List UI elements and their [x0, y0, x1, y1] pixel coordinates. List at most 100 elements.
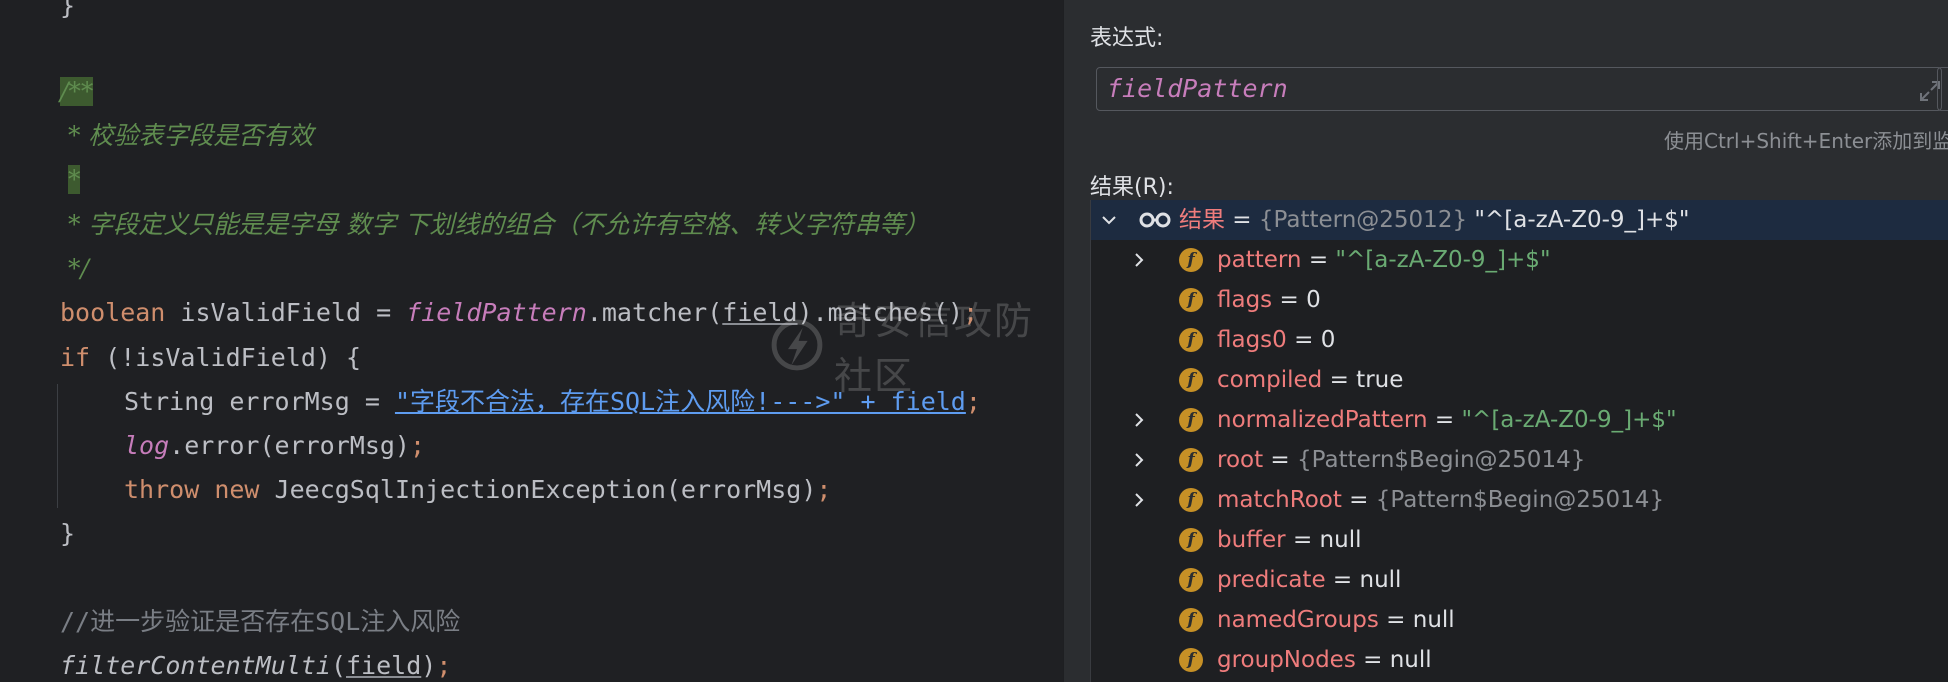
code-token: String errorMsg = [124, 387, 395, 416]
tree-row-compiled[interactable]: f compiled = true [1091, 360, 1948, 400]
code-token: */ [60, 254, 89, 283]
code-token: if [60, 343, 91, 372]
tree-row-groupnodes[interactable]: f groupNodes = null [1091, 640, 1948, 680]
tree-row-normalizedpattern[interactable]: f normalizedPattern = "^[a-zA-Z0-9_]+$" [1091, 400, 1948, 440]
chevron-right-icon[interactable] [1131, 452, 1147, 468]
code-line-comment-line[interactable]: //进一步验证是否存在SQL注入风险 [0, 600, 460, 644]
tree-row-buffer[interactable]: f buffer = null [1091, 520, 1948, 560]
field-value: "^[a-zA-Z0-9_]+$" [1335, 247, 1551, 273]
tree-row-predicate[interactable]: f predicate = null [1091, 560, 1948, 600]
field-icon: f [1179, 408, 1203, 432]
field-value: null [1389, 647, 1432, 673]
code-token: * 校验表字段是否有效 [60, 121, 314, 150]
field-name: buffer [1217, 527, 1286, 553]
field-name: normalizedPattern [1217, 407, 1428, 433]
code-token: boolean [60, 298, 166, 327]
field-icon: f [1179, 608, 1203, 632]
code-line-boolean-line[interactable]: boolean isValidField = fieldPattern.matc… [0, 291, 978, 335]
field-icon: f [1179, 488, 1203, 512]
code-token: ; [409, 431, 426, 460]
code-line-close-brace-top[interactable]: } [0, 0, 75, 28]
tree-row-text: normalizedPattern = "^[a-zA-Z0-9_]+$" [1217, 407, 1677, 433]
field-value: 0 [1320, 327, 1336, 353]
tree-row-text: groupNodes = null [1217, 647, 1432, 673]
tree-row-matchroot[interactable]: f matchRoot = {Pattern$Begin@25014} [1091, 480, 1948, 520]
field-icon: f [1179, 568, 1203, 592]
field-name: predicate [1217, 567, 1326, 593]
watch-glasses-icon [1139, 212, 1171, 228]
field-icon: f [1179, 368, 1203, 392]
code-token: JeecgSqlInjectionException(errorMsg) [259, 475, 817, 504]
tree-row-root[interactable]: f root = {Pattern$Begin@25014} [1091, 440, 1948, 480]
code-token: field [346, 651, 422, 680]
tree-row-pattern[interactable]: f pattern = "^[a-zA-Z0-9_]+$" [1091, 240, 1948, 280]
tree-row-result-root[interactable]: 结果 = {Pattern@25012} "^[a-zA-Z0-9_]+$" [1091, 200, 1948, 240]
field-name: compiled [1217, 367, 1323, 393]
expression-value: fieldPattern [1107, 74, 1288, 103]
code-token: ; [963, 298, 979, 327]
field-icon: f [1179, 448, 1203, 472]
field-value: "^[a-zA-Z0-9_]+$" [1461, 407, 1677, 433]
code-line-doc-line2[interactable]: * [0, 158, 81, 202]
code-token: ; [436, 651, 452, 680]
code-token: throw [124, 475, 200, 504]
code-token: log [124, 431, 170, 460]
chevron-down-icon[interactable] [1101, 212, 1117, 228]
code-line-errormsg-line[interactable]: String errorMsg = "字段不合法，存在SQL注入风险!--->"… [0, 380, 981, 424]
result-tree[interactable]: 结果 = {Pattern@25012} "^[a-zA-Z0-9_]+$" f p… [1090, 200, 1948, 682]
code-editor[interactable]: } /** * 校验表字段是否有效 * * 字段定义只能是是字母 数字 下划线的组… [0, 0, 1063, 682]
object-reference: {Pattern$Begin@25014} [1375, 487, 1665, 513]
code-token: * 字段定义只能是是字母 数字 下划线的组合（不允许有空格、转义字符串等） [60, 210, 930, 239]
code-line-filter-line[interactable]: filterContentMulti(field); [0, 644, 451, 682]
chevron-right-icon[interactable] [1131, 412, 1147, 428]
expression-label: 表达式: [1090, 26, 1164, 51]
field-name: namedGroups [1217, 607, 1379, 633]
tree-row-text: namedGroups = null [1217, 607, 1455, 633]
chevron-right-icon[interactable] [1131, 492, 1147, 508]
code-line-throw-line[interactable]: throw new JeecgSqlInjectionException(err… [0, 468, 831, 512]
code-line-doc-open[interactable]: /** [0, 70, 94, 114]
field-value: null [1319, 527, 1362, 553]
field-value: 0 [1306, 287, 1321, 313]
tree-row-namedgroups[interactable]: f namedGroups = null [1091, 600, 1948, 640]
code-line-if-line[interactable]: if (!isValidField) { [0, 336, 361, 380]
code-token: //进一步验证是否存在SQL注入风险 [60, 607, 461, 636]
tree-row-text: 结果 = {Pattern@25012} "^[a-zA-Z0-9_]+$" [1179, 207, 1690, 233]
tree-row-text: compiled = true [1217, 367, 1404, 393]
code-token: ).matches() [797, 298, 964, 327]
code-token: new [214, 475, 260, 504]
object-reference: {Pattern$Begin@25014} [1297, 447, 1586, 473]
tree-row-text: matchRoot = {Pattern$Begin@25014} [1217, 487, 1665, 513]
code-token: isValidField = [165, 298, 407, 327]
code-line-doc-line3[interactable]: * 字段定义只能是是字母 数字 下划线的组合（不允许有空格、转义字符串等） [0, 203, 929, 247]
code-line-log-line[interactable]: log.error(errorMsg); [0, 424, 425, 468]
code-token: fieldPattern [406, 298, 587, 327]
code-token: .matcher( [586, 298, 723, 327]
tree-row-text: pattern = "^[a-zA-Z0-9_]+$" [1217, 247, 1551, 273]
field-icon: f [1179, 648, 1203, 672]
add-watch-hint: 使用Ctrl+Shift+Enter添加到监视 [1664, 129, 1948, 153]
code-token: ; [965, 387, 981, 416]
code-token: .error(errorMsg) [169, 431, 410, 460]
tree-row-text: flags0 = 0 [1217, 327, 1336, 353]
evaluate-button-edge[interactable] [1937, 67, 1948, 111]
field-name: flags0 [1217, 327, 1287, 353]
code-token: filterContentMulti [60, 651, 331, 680]
code-line-empty-line[interactable] [0, 556, 60, 600]
code-line-close-brace[interactable]: } [0, 512, 75, 556]
tree-row-flags0[interactable]: f flags0 = 0 [1091, 320, 1948, 360]
tree-row-text: root = {Pattern$Begin@25014} [1217, 447, 1586, 473]
field-icon: f [1179, 528, 1203, 552]
code-token: ( [330, 651, 346, 680]
code-line-doc-close[interactable]: */ [0, 247, 89, 291]
field-icon: f [1179, 288, 1203, 312]
evaluate-panel: 表达式: fieldPattern 使用Ctrl+Shift+Enter添加到监… [1063, 0, 1948, 682]
code-line-doc-line1[interactable]: * 校验表字段是否有效 [0, 114, 313, 158]
chevron-right-icon[interactable] [1131, 252, 1147, 268]
expression-input[interactable]: fieldPattern [1096, 67, 1942, 111]
tree-row-flags[interactable]: f flags = 0 [1091, 280, 1948, 320]
field-value: null [1412, 607, 1455, 633]
code-token: ) [421, 651, 437, 680]
